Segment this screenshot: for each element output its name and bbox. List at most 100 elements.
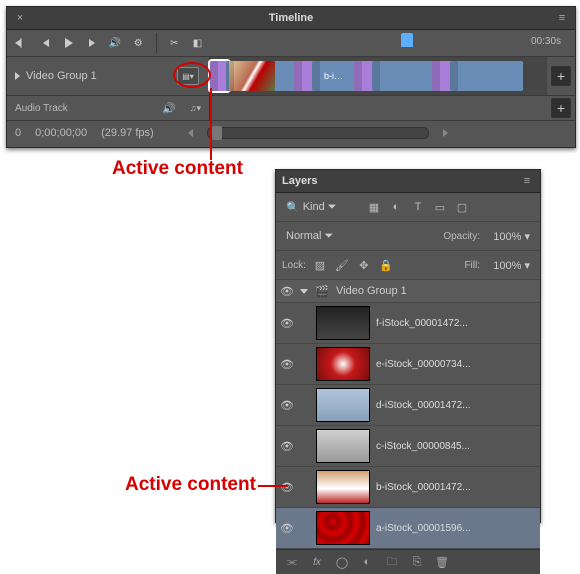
layer-thumbnail xyxy=(316,306,370,340)
fill-adjust-button[interactable]: ◐ xyxy=(359,554,375,570)
fx-button[interactable]: fx xyxy=(309,554,325,570)
transition-button[interactable]: ◧ xyxy=(188,33,207,53)
mute-button[interactable]: 🔊 xyxy=(106,33,125,53)
video-group-label: Video Group 1 xyxy=(26,70,97,82)
video-group-icon: 🎬 xyxy=(314,283,330,299)
play-button[interactable] xyxy=(59,33,78,53)
visibility-toggle-icon[interactable]: 👁 xyxy=(280,440,294,453)
next-frame-button[interactable] xyxy=(82,33,101,53)
visibility-toggle-icon[interactable]: 👁 xyxy=(280,399,294,412)
lock-position-icon[interactable]: ✥ xyxy=(356,257,372,273)
filter-pixel-icon[interactable]: ▦ xyxy=(366,199,382,215)
opacity-label: Opacity: xyxy=(443,231,480,242)
audio-mute-icon[interactable]: 🔊 xyxy=(162,102,176,115)
current-frame[interactable]: 0 xyxy=(15,127,21,139)
opacity-field[interactable]: 100% ▾ xyxy=(486,229,534,244)
layer-name-label: a-iStock_00001596... xyxy=(376,523,540,534)
timeline-header: × Timeline ≡ xyxy=(7,7,575,30)
fill-label: Fill: xyxy=(464,260,480,271)
timeline-panel: × Timeline ≡ ⎸ 🔊 ⚙ ✂ ◧ 00:30s 01:00s xyxy=(6,6,576,148)
settings-button[interactable]: ⚙ xyxy=(129,33,148,53)
lock-transparency-icon[interactable]: ▨ xyxy=(312,257,328,273)
layer-item[interactable]: 👁 a-iStock_00001596... xyxy=(276,508,540,549)
group-name-label: Video Group 1 xyxy=(336,285,407,297)
lock-all-icon[interactable]: 🔒 xyxy=(378,257,394,273)
layers-panel: Layers ≡ 🔍Kind ⏷ ▦ ◐ T ▭ ▢ Normal ⏷ Opac… xyxy=(275,169,541,523)
layer-thumbnail xyxy=(316,388,370,422)
layer-name-label: d-iStock_00001472... xyxy=(376,400,540,411)
timeline-transport-bar: ⎸ 🔊 ⚙ ✂ ◧ 00:30s 01:00s xyxy=(7,30,575,57)
visibility-toggle-icon[interactable]: 👁 xyxy=(280,522,294,535)
playhead[interactable] xyxy=(401,33,413,47)
filter-adjust-icon[interactable]: ◐ xyxy=(388,199,404,215)
ruler-mark: 00:30s xyxy=(531,36,561,47)
timeline-clip[interactable] xyxy=(372,61,435,91)
panel-menu-icon[interactable]: ≡ xyxy=(520,174,534,188)
layers-footer: ⫘ fx ◯ ◐ 🗀 ⎘ 🗑 xyxy=(276,549,540,574)
layer-thumbnail xyxy=(316,347,370,381)
video-track-lane[interactable]: b-i… xyxy=(210,57,547,95)
filter-kind-select[interactable]: 🔍Kind ⏷ xyxy=(282,200,360,215)
delete-layer-button[interactable]: 🗑 xyxy=(434,554,450,570)
visibility-toggle-icon[interactable]: 👁 xyxy=(280,317,294,330)
new-layer-button[interactable]: ⎘ xyxy=(409,554,425,570)
lock-fill-row: Lock: ▨ 🖌 ✥ 🔒 Fill: 100% ▾ xyxy=(276,251,540,280)
visibility-toggle-icon[interactable]: 👁 xyxy=(280,358,294,371)
layer-item[interactable]: 👁f-iStock_00001472... xyxy=(276,303,540,344)
audio-track-label: Audio Track xyxy=(15,103,68,114)
audio-track-header[interactable]: Audio Track 🔊 ♫▾ xyxy=(7,96,210,120)
layer-thumbnail xyxy=(316,511,370,545)
layer-name-label: b-iStock_00001472... xyxy=(376,482,540,493)
visibility-toggle-icon[interactable]: 👁 xyxy=(280,481,294,494)
panel-menu-icon[interactable]: ≡ xyxy=(555,11,569,25)
zoom-out-icon[interactable] xyxy=(188,129,193,137)
add-audio-button[interactable]: + xyxy=(551,98,571,118)
add-media-button[interactable]: + xyxy=(551,66,571,86)
layer-mask-button[interactable]: ◯ xyxy=(334,554,350,570)
annotation-label: Active content xyxy=(112,158,243,180)
visibility-toggle-icon[interactable]: 👁 xyxy=(280,285,294,298)
lock-paint-icon[interactable]: 🖌 xyxy=(334,257,350,273)
fps-label: (29.97 fps) xyxy=(101,127,154,139)
layer-item[interactable]: 👁 d-iStock_00001472... xyxy=(276,385,540,426)
prev-frame-button[interactable] xyxy=(36,33,55,53)
timecode[interactable]: 0;00;00;00 xyxy=(35,127,87,139)
layer-name-label: e-iStock_00000734... xyxy=(376,359,540,370)
layer-thumbnail xyxy=(316,470,370,504)
video-track-row: Video Group 1 ▤▾ b-i… + xyxy=(7,57,575,96)
zoom-slider[interactable] xyxy=(207,127,429,139)
close-icon[interactable]: × xyxy=(13,11,27,25)
filter-smart-icon[interactable]: ▢ xyxy=(454,199,470,215)
filter-shape-icon[interactable]: ▭ xyxy=(432,199,448,215)
collapse-toggle-icon[interactable] xyxy=(15,72,20,80)
blend-mode-select[interactable]: Normal ⏷ xyxy=(282,229,376,244)
lock-label: Lock: xyxy=(282,260,306,271)
annotation-line xyxy=(210,88,212,160)
zoom-knob[interactable] xyxy=(212,126,222,140)
audio-options-button[interactable]: ♫▾ xyxy=(190,103,201,114)
layer-filter-row: 🔍Kind ⏷ ▦ ◐ T ▭ ▢ xyxy=(276,193,540,222)
annotation-label: Active content xyxy=(125,474,256,496)
go-to-start-button[interactable]: ⎸ xyxy=(13,33,32,53)
timeline-clip[interactable]: b-i… xyxy=(312,61,357,91)
filter-text-icon[interactable]: T xyxy=(410,199,426,215)
layer-item[interactable]: 👁 b-iStock_00001472... xyxy=(276,467,540,508)
layer-list: 👁f-iStock_00001472...👁e-iStock_00000734.… xyxy=(276,303,540,549)
blend-opacity-row: Normal ⏷ Opacity: 100% ▾ xyxy=(276,222,540,251)
link-layers-button[interactable]: ⫘ xyxy=(284,554,300,570)
layer-group-row[interactable]: 👁 🎬 Video Group 1 xyxy=(276,280,540,303)
annotation-line xyxy=(258,485,288,487)
timeline-clip[interactable] xyxy=(226,61,297,91)
layer-item[interactable]: 👁c-iStock_00000845... xyxy=(276,426,540,467)
fill-field[interactable]: 100% ▾ xyxy=(486,258,534,273)
layer-thumbnail xyxy=(316,429,370,463)
divider xyxy=(156,33,157,53)
group-collapse-icon[interactable] xyxy=(300,289,308,294)
new-group-button[interactable]: 🗀 xyxy=(384,554,400,570)
audio-track-row: Audio Track 🔊 ♫▾ + xyxy=(7,96,575,121)
zoom-in-icon[interactable] xyxy=(443,129,448,137)
timeline-clip[interactable] xyxy=(450,61,523,91)
layer-item[interactable]: 👁 e-iStock_00000734... xyxy=(276,344,540,385)
layers-title: Layers xyxy=(282,175,317,187)
split-clip-button[interactable]: ✂ xyxy=(165,33,184,53)
